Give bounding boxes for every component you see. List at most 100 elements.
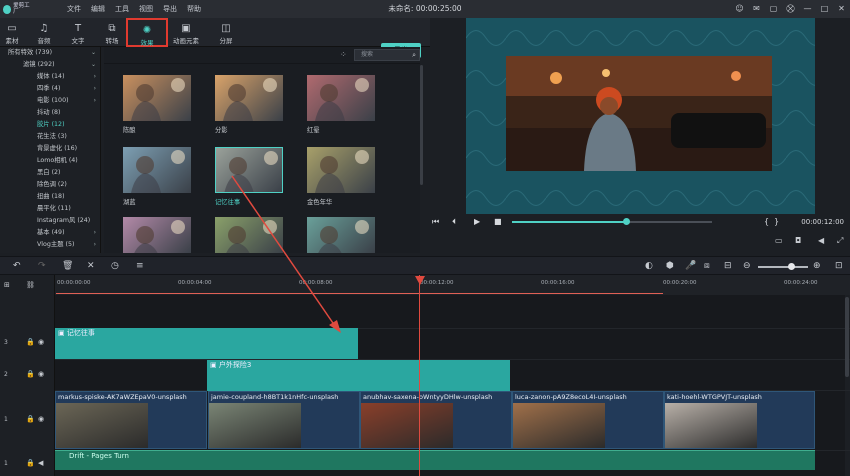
tab-audio[interactable]: ♫ 音频 <box>34 18 54 47</box>
effect-thumbnail[interactable] <box>215 147 283 193</box>
menu-view[interactable]: 视图 <box>134 0 158 18</box>
eye-icon[interactable]: ◉ <box>38 415 44 423</box>
effect-thumbnail[interactable] <box>215 75 283 121</box>
file-icon[interactable]: ▢ <box>765 0 782 18</box>
menu-help[interactable]: 帮助 <box>182 0 206 18</box>
effect-clip[interactable]: ▣ 记忆往事 <box>55 328 358 359</box>
close-icon[interactable]: ✕ <box>833 0 850 18</box>
playhead[interactable] <box>419 275 420 476</box>
render-icon[interactable]: ◐ <box>645 257 653 276</box>
effect-thumbnail[interactable] <box>307 75 375 121</box>
playback-knob[interactable] <box>623 218 630 225</box>
category-item[interactable]: 媒体 (14) › <box>0 71 101 83</box>
zoom-slider[interactable] <box>758 266 808 268</box>
category-item-selected[interactable]: 胶片 (12) <box>0 119 101 131</box>
category-item[interactable]: Vlog主题 (5) › <box>0 239 101 251</box>
eye-icon[interactable]: ◉ <box>38 370 44 378</box>
marker-icon[interactable]: ⬢ <box>666 257 674 276</box>
effects-scrollbar[interactable] <box>420 65 423 185</box>
tab-transition[interactable]: ⧉ 转场 <box>100 18 124 47</box>
search-input[interactable]: 搜索 ⌕ <box>354 49 420 61</box>
category-item[interactable]: 抖动 (8) <box>0 107 101 119</box>
adjust-icon[interactable]: ≡ <box>136 257 144 276</box>
effect-thumbnail[interactable] <box>215 217 283 253</box>
audio-clip[interactable]: Drift - Pages Turn <box>55 450 815 470</box>
category-item[interactable]: 除色调 (2) <box>0 179 101 191</box>
category-item[interactable]: 晨平化 (11) <box>0 203 101 215</box>
fullscreen-icon[interactable]: ⤢ <box>837 236 843 246</box>
mic-icon[interactable]: 🎤 <box>685 257 696 276</box>
menu-file[interactable]: 文件 <box>62 0 86 18</box>
grid-view-icon[interactable]: ⁘ <box>340 50 347 59</box>
lock-icon[interactable]: 🔒 <box>26 370 35 378</box>
eye-icon[interactable]: ◉ <box>38 338 44 346</box>
volume-icon[interactable]: ◀ <box>818 236 824 245</box>
video-clip[interactable]: kati-hoehl-WTGPVJT-unsplash <box>664 391 815 449</box>
category-item[interactable]: 扭曲 (18) <box>0 191 101 203</box>
cart-icon[interactable]: ⛒ <box>782 0 799 18</box>
lock-icon[interactable]: 🔒 <box>26 415 35 423</box>
category-item[interactable]: Instagram风 (24) <box>0 215 101 227</box>
speed-icon[interactable]: ◷ <box>111 257 119 276</box>
speaker-icon[interactable]: ◀ <box>38 459 43 467</box>
delete-icon[interactable]: 🗑 <box>62 257 73 276</box>
fit-icon[interactable]: ⊡ <box>835 257 843 276</box>
timeline-scrollbar[interactable] <box>845 297 849 377</box>
video-clip[interactable]: anubhav-saxena-oWntyyDHlw-unsplash <box>360 391 512 449</box>
minimize-icon[interactable]: — <box>799 0 816 18</box>
category-item[interactable]: 四季 (4) › <box>0 83 101 95</box>
effect-thumbnail[interactable] <box>123 147 191 193</box>
menu-edit[interactable]: 编辑 <box>86 0 110 18</box>
zoom-in-icon[interactable]: ⊕ <box>813 257 821 276</box>
lock-icon[interactable]: 🔒 <box>26 459 35 467</box>
category-item[interactable]: 背景虚化 (16) <box>0 143 101 155</box>
prev-frame-icon[interactable]: ⏴ <box>452 215 456 229</box>
category-item[interactable]: 黑白 (2) <box>0 167 101 179</box>
playback-scrubber[interactable] <box>512 218 712 225</box>
tab-effects[interactable]: ✺ 效果 <box>126 18 168 47</box>
video-clip[interactable]: jamie-coupland-h8BT1k1nHfc-unsplash <box>208 391 360 449</box>
playhead-handle[interactable] <box>415 276 425 285</box>
link-icon[interactable]: ⛓ <box>26 281 35 289</box>
category-item[interactable]: 电影 (100) › <box>0 95 101 107</box>
effect-thumbnail[interactable] <box>123 75 191 121</box>
tab-media[interactable]: ▭ 素材 <box>3 18 21 47</box>
tab-elements[interactable]: ▣ 动画元素 <box>170 18 202 47</box>
category-item[interactable]: 花生法 (3) <box>0 131 101 143</box>
menu-tools[interactable]: 工具 <box>110 0 134 18</box>
effect-thumbnail[interactable] <box>307 217 375 253</box>
cut-icon[interactable]: ✕ <box>87 257 95 276</box>
search-icon[interactable]: ⌕ <box>412 50 416 60</box>
zoom-knob[interactable] <box>788 263 795 270</box>
category-item[interactable]: 滤镜 (292) ⌄ <box>0 59 101 71</box>
effect-clip[interactable]: ▣ 户外探险3 <box>207 360 510 391</box>
menu-export[interactable]: 导出 <box>158 0 182 18</box>
tab-text[interactable]: T 文字 <box>68 18 88 47</box>
effect-thumbnail[interactable] <box>307 147 375 193</box>
mail-icon[interactable]: ✉ <box>748 0 765 18</box>
add-track-icon[interactable]: ⊞ <box>4 281 10 289</box>
split-icon[interactable]: ⊟ <box>724 257 732 276</box>
redo-icon[interactable]: ↷ <box>38 257 46 276</box>
play-icon[interactable]: ▶ <box>474 215 480 229</box>
video-clip[interactable]: markus-spiske-AK7aWZEpaV0-unsplash <box>55 391 207 449</box>
effect-thumbnail[interactable] <box>123 217 191 253</box>
mark-in-icon[interactable]: { <box>764 215 769 229</box>
caption-icon[interactable]: ⧈ <box>704 257 710 276</box>
maximize-icon[interactable]: □ <box>816 0 833 18</box>
monitor-icon[interactable]: ▭ <box>775 236 783 245</box>
timeline-ruler[interactable]: 00:00:00:00 00:00:04:00 00:00:08:00 00:0… <box>0 275 850 295</box>
video-clip[interactable]: luca-zanon-pA9Z8ecoL4I-unsplash <box>512 391 664 449</box>
category-item[interactable]: 所有特效 (739) ⌄ <box>0 47 101 59</box>
zoom-out-icon[interactable]: ⊖ <box>743 257 751 276</box>
user-icon[interactable]: ☺ <box>731 0 748 18</box>
undo-icon[interactable]: ↶ <box>13 257 21 276</box>
snapshot-icon[interactable]: ◘ <box>795 236 801 245</box>
stop-icon[interactable]: ■ <box>494 215 502 229</box>
category-item[interactable]: 基本 (49) › <box>0 227 101 239</box>
step-back-icon[interactable]: ⏮ <box>432 215 439 229</box>
mark-out-icon[interactable]: } <box>774 215 779 229</box>
tab-split-screen[interactable]: ◫ 分屏 <box>214 18 238 47</box>
category-item[interactable]: Lomo相机 (4) <box>0 155 101 167</box>
lock-icon[interactable]: 🔒 <box>26 338 35 346</box>
